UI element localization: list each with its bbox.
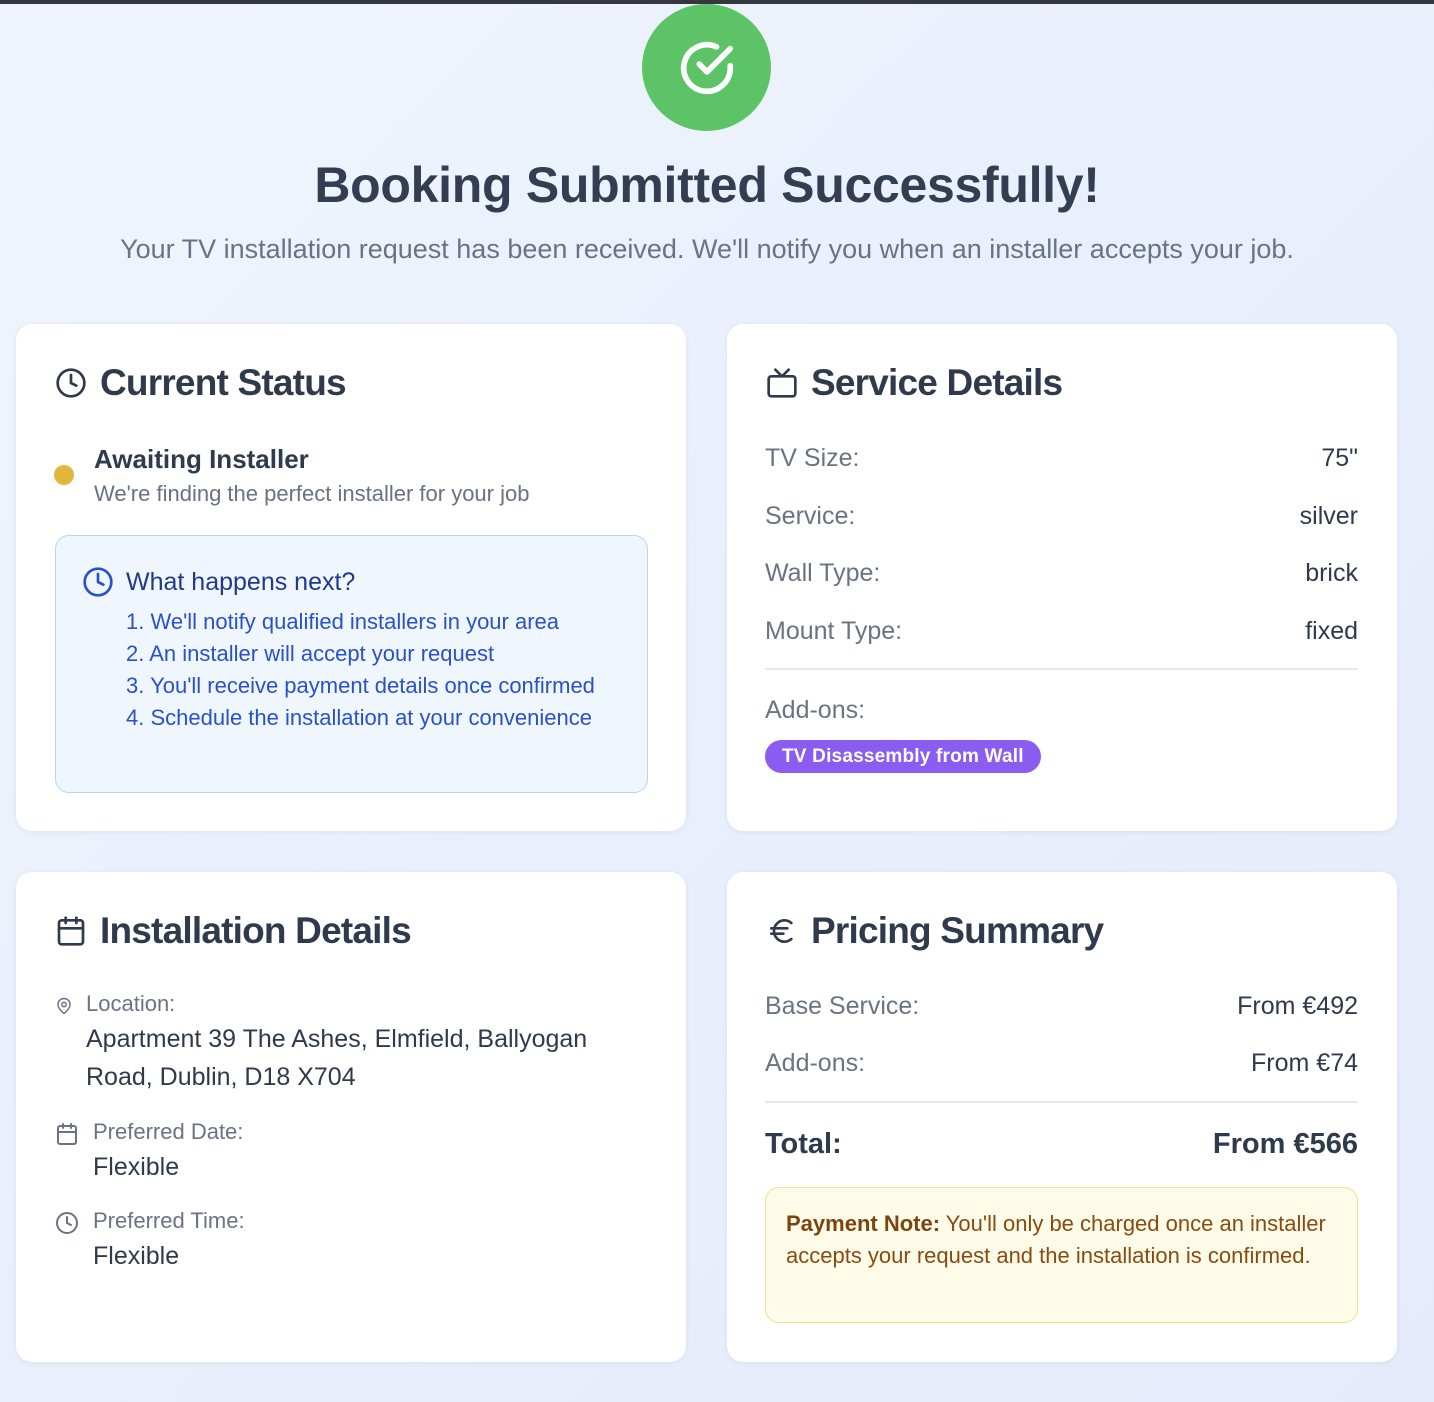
- list-item: 4. Schedule the installation at your con…: [126, 705, 592, 730]
- next-steps-title: What happens next?: [126, 567, 356, 596]
- card-title: Current Status: [100, 362, 347, 403]
- clock-icon: [54, 366, 88, 400]
- euro-icon: [765, 914, 799, 948]
- row-label: Service:: [765, 502, 856, 530]
- divider: [765, 668, 1358, 670]
- pricing-summary-card: Pricing Summary Base Service: From €492 …: [727, 872, 1397, 1362]
- card-title: Pricing Summary: [811, 910, 1104, 951]
- check-circle-icon: [642, 4, 771, 131]
- map-pin-icon: [54, 996, 74, 1016]
- payment-note-label: Payment Note:: [786, 1211, 941, 1236]
- calendar-icon: [54, 1121, 80, 1147]
- total-value: From €566: [1212, 1128, 1358, 1160]
- card-title: Installation Details: [100, 910, 412, 951]
- preferred-date-label: Preferred Date:: [93, 1119, 244, 1144]
- list-item: 2. An installer will accept your request: [126, 641, 495, 666]
- card-header: Service Details: [765, 362, 1063, 404]
- location-value: Apartment 39 The Ashes, Elmfield, Ballyo…: [86, 1025, 588, 1091]
- card-title: Service Details: [811, 362, 1063, 403]
- preferred-date-value: Flexible: [93, 1153, 180, 1181]
- row-value: From €74: [1251, 1049, 1358, 1077]
- card-header: Pricing Summary: [765, 910, 1104, 952]
- price-row-total: Total: From €566: [765, 1128, 1358, 1161]
- detail-row-tv-size: TV Size: 75": [765, 444, 1358, 473]
- row-value: 75": [1321, 444, 1358, 472]
- status-description: We're finding the perfect installer for …: [94, 481, 530, 506]
- addons-label: Add-ons:: [765, 696, 866, 724]
- card-header: Current Status: [54, 362, 347, 404]
- list-item: 3. You'll receive payment details once c…: [126, 673, 595, 698]
- tv-icon: [765, 366, 799, 400]
- next-steps-box: What happens next? 1. We'll notify quali…: [55, 535, 648, 793]
- next-steps-header: What happens next?: [82, 566, 355, 598]
- installation-details-card: Installation Details Location: Apartment…: [16, 872, 686, 1362]
- row-value: From €492: [1237, 992, 1358, 1020]
- preferred-time-label: Preferred Time:: [93, 1208, 245, 1233]
- preferred-time-value: Flexible: [93, 1242, 180, 1270]
- row-label: Mount Type:: [765, 617, 903, 645]
- row-value: silver: [1299, 502, 1358, 530]
- row-value: brick: [1305, 559, 1358, 587]
- divider: [765, 1101, 1358, 1103]
- row-label: TV Size:: [765, 444, 860, 472]
- status-state: Awaiting Installer: [94, 444, 309, 474]
- price-row-base: Base Service: From €492: [765, 992, 1358, 1021]
- payment-note: Payment Note: You'll only be charged onc…: [765, 1187, 1358, 1323]
- total-label: Total:: [765, 1128, 842, 1160]
- status-indicator-dot: [54, 465, 74, 485]
- calendar-icon: [54, 914, 88, 948]
- service-details-card: Service Details TV Size: 75" Service: si…: [727, 324, 1397, 831]
- price-row-addons: Add-ons: From €74: [765, 1049, 1358, 1078]
- row-label: Base Service:: [765, 992, 920, 1020]
- current-status-card: Current Status Awaiting Installer We're …: [16, 324, 686, 831]
- top-bar: [0, 0, 1434, 4]
- addon-badge: TV Disassembly from Wall: [765, 740, 1041, 773]
- clock-icon: [54, 1210, 80, 1236]
- next-steps-list: 1. We'll notify qualified installers in …: [126, 606, 636, 734]
- location-label: Location:: [86, 991, 176, 1016]
- row-label: Wall Type:: [765, 559, 881, 587]
- row-label: Add-ons:: [765, 1049, 866, 1077]
- card-header: Installation Details: [54, 910, 412, 952]
- detail-row-service: Service: silver: [765, 502, 1358, 531]
- page-subtitle: Your TV installation request has been re…: [120, 234, 1294, 264]
- detail-row-wall-type: Wall Type: brick: [765, 559, 1358, 588]
- page-title: Booking Submitted Successfully!: [314, 157, 1100, 213]
- list-item: 1. We'll notify qualified installers in …: [126, 609, 560, 634]
- detail-row-mount-type: Mount Type: fixed: [765, 617, 1358, 646]
- row-value: fixed: [1305, 617, 1358, 645]
- clock-icon: [82, 566, 114, 598]
